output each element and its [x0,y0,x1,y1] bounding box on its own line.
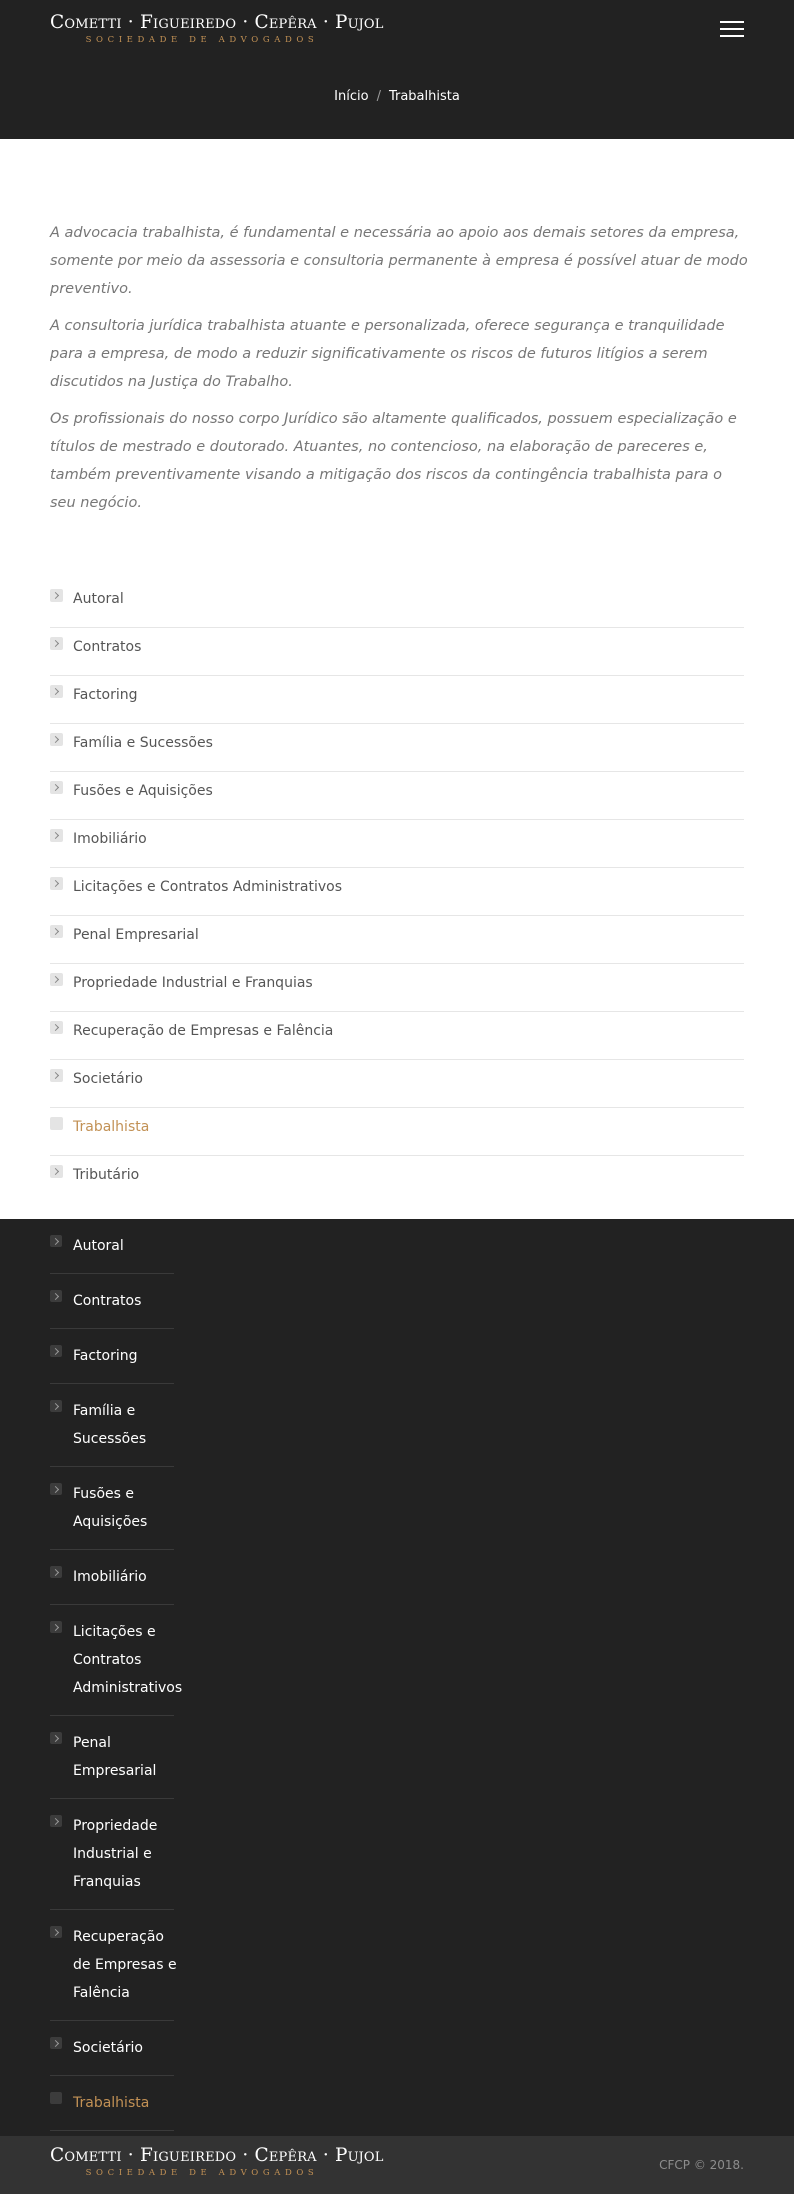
active-square-icon [50,1117,63,1130]
practice-area-item[interactable]: Trabalhista [50,1108,744,1156]
footer-practice-area-item-label: Societário [73,2040,143,2056]
practice-area-item[interactable]: Licitações e Contratos Administrativos [50,868,744,916]
hamburger-menu-icon[interactable] [720,21,744,40]
intro-paragraph-1: A advocacia trabalhista, é fundamental e… [50,225,748,297]
practice-area-item-label: Licitações e Contratos Administrativos [73,879,343,895]
chevron-right-icon [50,1621,62,1633]
practice-area-item-label: Factoring [73,687,138,703]
practice-area-item-label: Societário [73,1071,143,1087]
footer-practice-area-item[interactable]: Societário [50,2021,174,2076]
chevron-right-icon [50,685,63,698]
footer-practice-area-item[interactable]: Penal Empresarial [50,1716,174,1799]
chevron-right-icon [50,925,63,938]
chevron-right-icon [50,1345,62,1357]
practice-area-item-label: Autoral [73,591,124,607]
footer-practice-area-item-label: Contratos [73,1293,142,1309]
chevron-right-icon [50,973,63,986]
breadcrumb-separator: / [376,89,381,104]
practice-area-item[interactable]: Tributário [50,1156,744,1204]
site-footer: Cometti · Figueiredo · Cepêra · Pujol SO… [0,2136,794,2194]
chevron-right-icon [50,781,63,794]
intro-paragraph-2: A consultoria jurídica trabalhista atuan… [50,318,725,390]
chevron-right-icon [50,637,63,650]
footer-logo[interactable]: Cometti · Figueiredo · Cepêra · Pujol SO… [50,2145,384,2179]
chevron-right-icon [50,1815,62,1827]
site-logo[interactable]: Cometti · Figueiredo · Cepêra · Pujol SO… [50,12,384,46]
footer-practice-area-item-label: Penal Empresarial [73,1735,157,1779]
footer-practice-area-item[interactable]: Família e Sucessões [50,1384,174,1467]
practice-area-item[interactable]: Societário [50,1060,744,1108]
footer-practice-area-item-label: Licitações e Contratos Administrativos [73,1624,183,1696]
chevron-right-icon [50,1069,63,1082]
chevron-right-icon [50,1926,62,1938]
practice-area-item[interactable]: Factoring [50,676,744,724]
footer-practice-area-item[interactable]: Imobiliário [50,1550,174,1605]
practice-area-item-label: Penal Empresarial [73,927,199,943]
chevron-right-icon [50,1566,62,1578]
footer-practice-area-item-label: Imobiliário [73,1569,147,1585]
intro-text: A advocacia trabalhista, é fundamental e… [50,219,750,526]
chevron-right-icon [50,877,63,890]
chevron-right-icon [50,1165,63,1178]
practice-area-item[interactable]: Imobiliário [50,820,744,868]
practice-area-item[interactable]: Penal Empresarial [50,916,744,964]
footer-practice-area-item-label: Trabalhista [73,2095,150,2111]
practice-area-item-label: Fusões e Aquisições [73,783,213,799]
chevron-right-icon [50,2037,62,2049]
intro-paragraph-3: Os profissionais do nosso corpo Jurídico… [50,411,737,511]
chevron-right-icon [50,589,63,602]
footer-practice-area-item-label: Autoral [73,1238,124,1254]
breadcrumb: Início / Trabalhista [0,89,794,104]
practice-area-item-label: Recuperação de Empresas e Falência [73,1023,334,1039]
chevron-right-icon [50,1400,62,1412]
footer-practice-area-item-label: Factoring [73,1348,138,1364]
footer-practice-areas-list: Autoral Contratos Factoring Família e Suces… [50,1219,183,2185]
logo-title: Cometti · Figueiredo · Cepêra · Pujol [50,12,384,33]
footer-practice-area-item[interactable]: Fusões e Aquisições [50,1467,174,1550]
practice-area-item[interactable]: Fusões e Aquisições [50,772,744,820]
practice-area-item-label: Família e Sucessões [73,735,213,751]
practice-area-item-label: Trabalhista [73,1119,150,1135]
main-content: A advocacia trabalhista, é fundamental e… [0,139,794,1219]
chevron-right-icon [50,1021,63,1034]
logo-subtitle: SOCIEDADE DE ADVOGADOS [85,35,319,45]
practice-area-item[interactable]: Recuperação de Empresas e Falência [50,1012,744,1060]
practice-area-item-label: Contratos [73,639,142,655]
footer-practice-area-item-label: Fusões e Aquisições [73,1486,148,1530]
practice-area-item-label: Tributário [73,1167,140,1183]
chevron-right-icon [50,1290,62,1302]
footer-practice-area-item[interactable]: Factoring [50,1329,174,1384]
practice-area-item-label: Imobiliário [73,831,147,847]
footer-practice-area-item-label: Propriedade Industrial e Franquias [73,1818,158,1890]
copyright-text: CFCP © 2018. [659,2158,744,2172]
footer-practice-area-item-label: Recuperação de Empresas e Falência [73,1929,177,2001]
practice-area-item[interactable]: Família e Sucessões [50,724,744,772]
footer-practice-area-item[interactable]: Propriedade Industrial e Franquias [50,1799,174,1910]
practice-area-item[interactable]: Propriedade Industrial e Franquias [50,964,744,1012]
practice-area-item[interactable]: Contratos [50,628,744,676]
practice-area-item-label: Propriedade Industrial e Franquias [73,975,313,991]
practice-areas-list: Autoral Contratos Factoring Família e Suces… [50,580,744,1204]
active-square-icon [50,2092,62,2104]
chevron-right-icon [50,1483,62,1495]
footer-practice-area-item-label: Família e Sucessões [73,1403,147,1447]
breadcrumb-home-link[interactable]: Início [334,89,368,104]
footer-practice-area-item[interactable]: Recuperação de Empresas e Falência [50,1910,177,2021]
site-header: Cometti · Figueiredo · Cepêra · Pujol SO… [0,0,794,139]
breadcrumb-current: Trabalhista [388,89,460,104]
chevron-right-icon [50,1732,62,1744]
chevron-right-icon [50,1235,62,1247]
footer-practice-area-item[interactable]: Trabalhista [50,2076,174,2131]
footer-logo-title: Cometti · Figueiredo · Cepêra · Pujol [50,2145,384,2166]
footer-logo-subtitle: SOCIEDADE DE ADVOGADOS [85,2168,319,2178]
footer-areas-section: Autoral Contratos Factoring Família e Suces… [0,1219,794,2166]
footer-practice-area-item[interactable]: Contratos [50,1274,174,1329]
footer-practice-area-item[interactable]: Autoral [50,1219,174,1274]
chevron-right-icon [50,829,63,842]
footer-practice-area-item[interactable]: Licitações e Contratos Administrativos [50,1605,183,1716]
practice-area-item[interactable]: Autoral [50,580,744,628]
chevron-right-icon [50,733,63,746]
